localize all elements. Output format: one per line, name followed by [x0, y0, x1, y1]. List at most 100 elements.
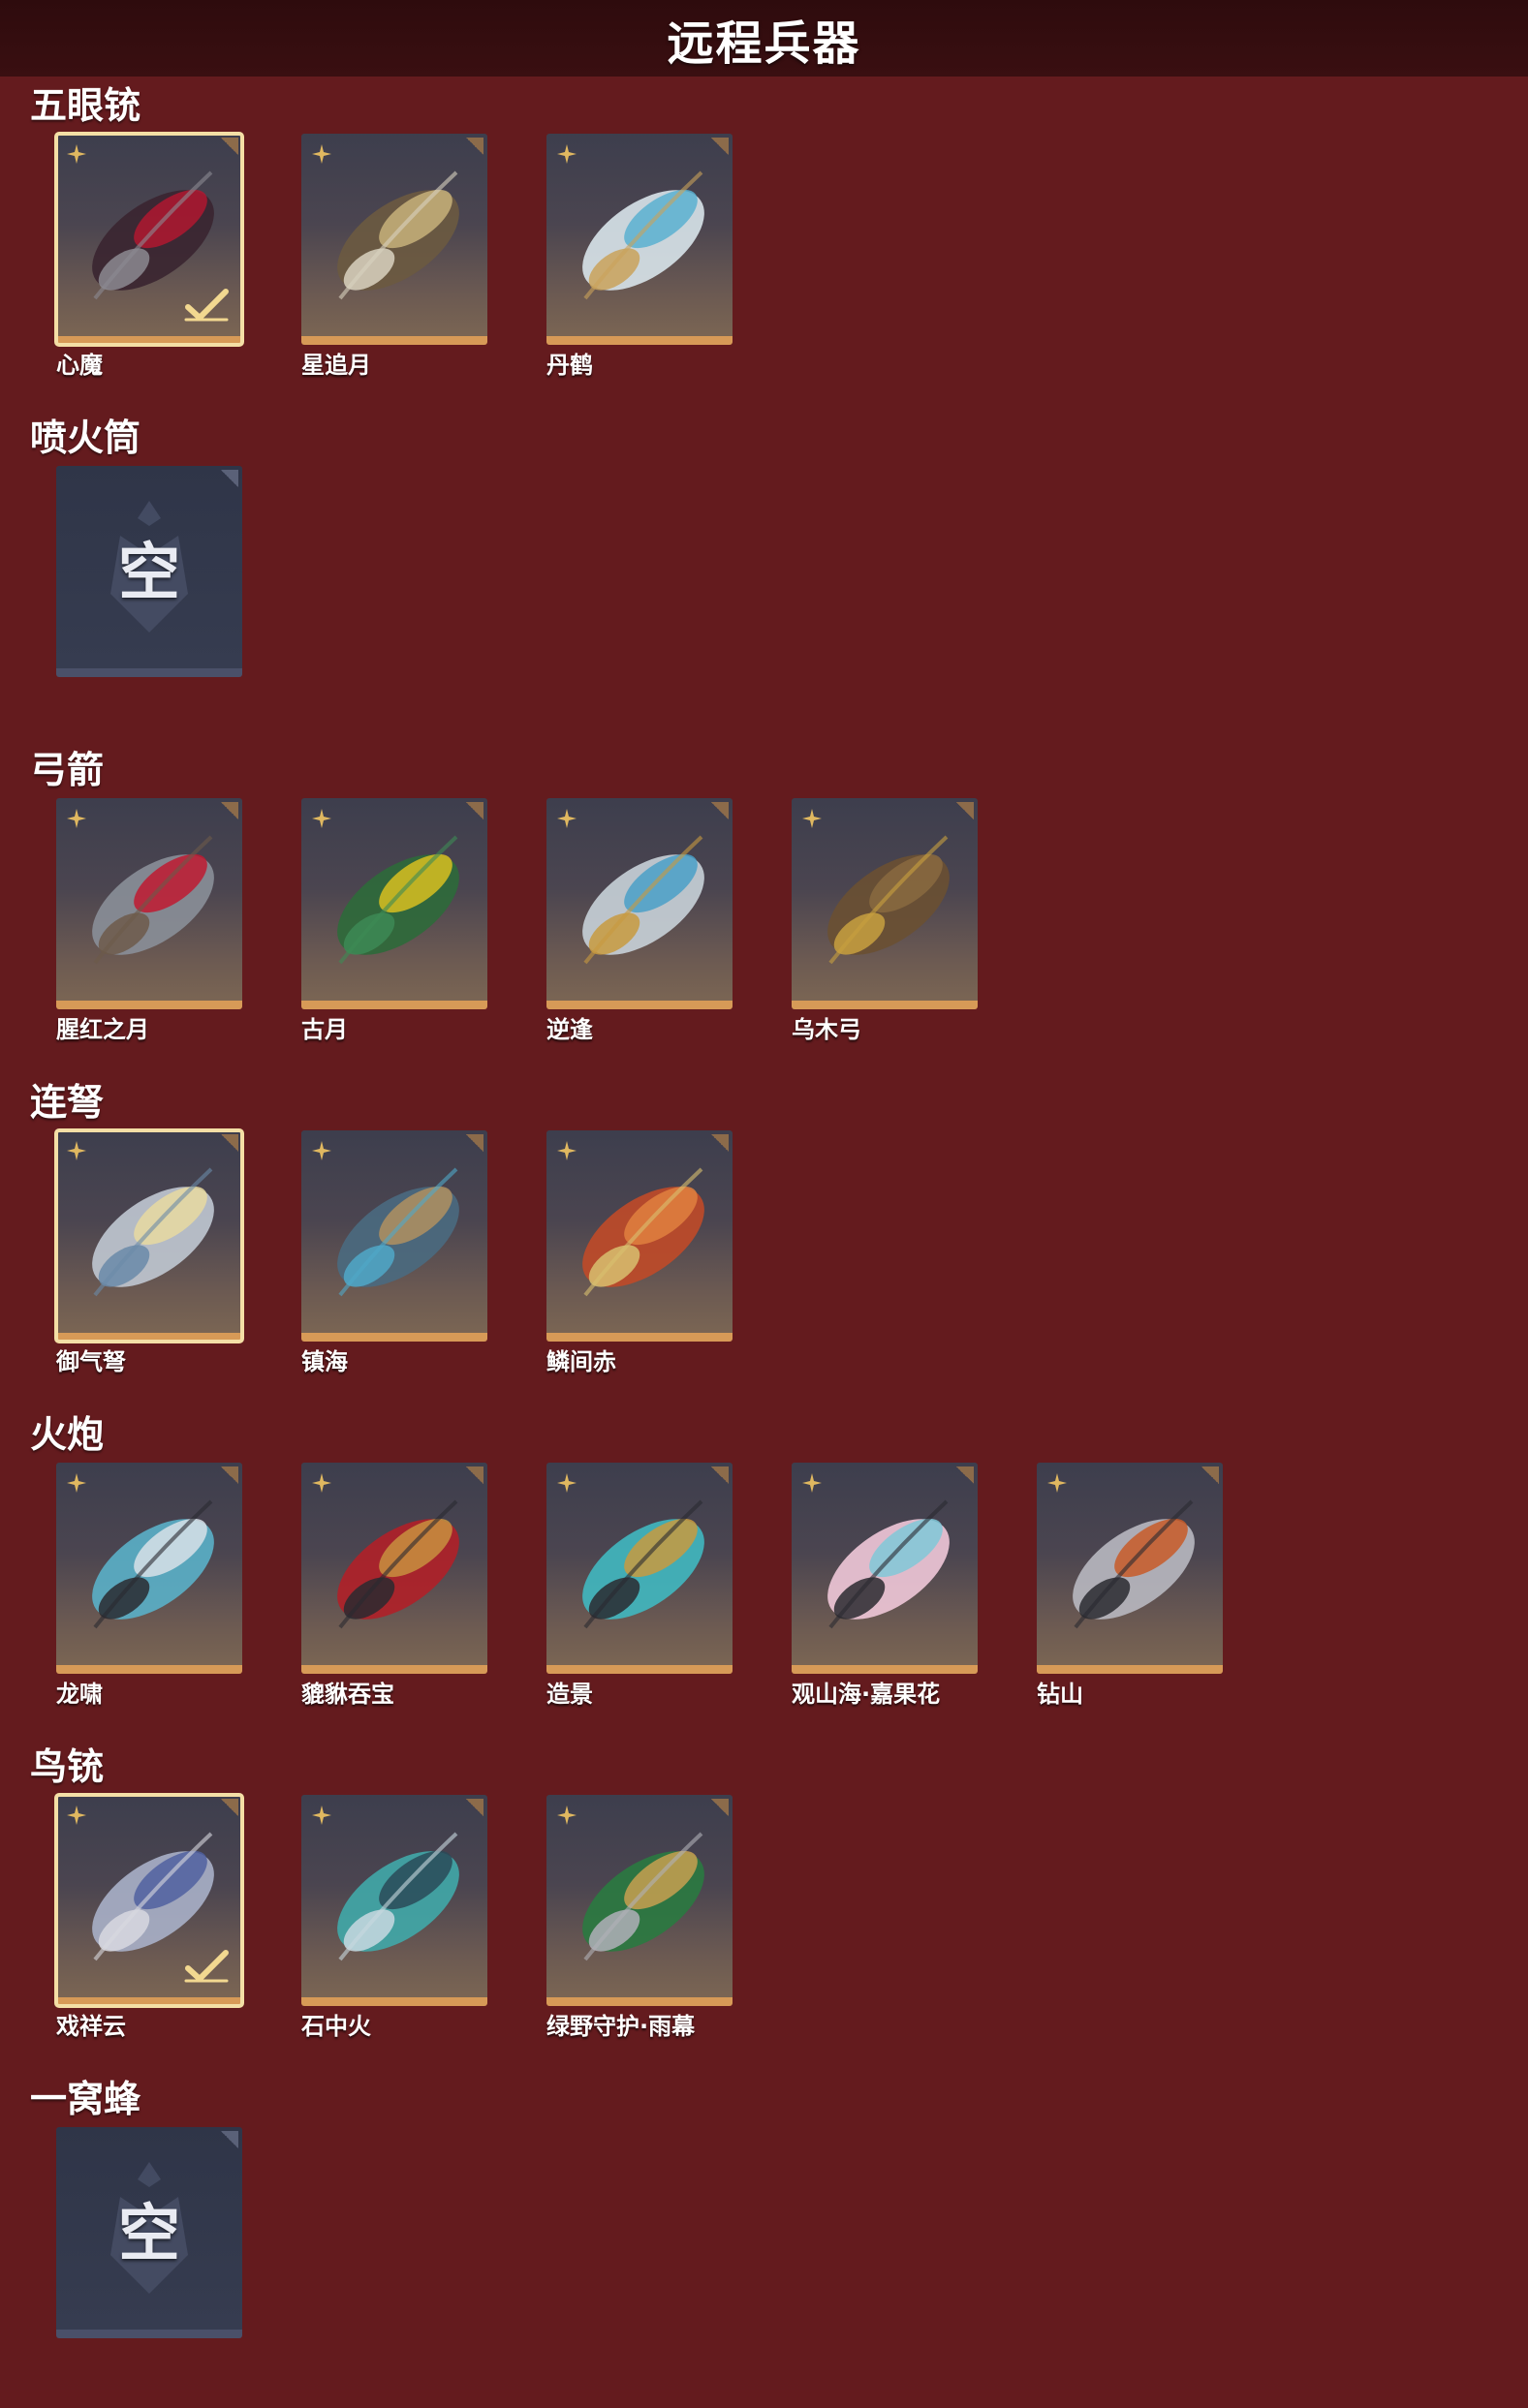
weapon-item[interactable]: 貔貅吞宝 — [301, 1463, 491, 1709]
page-title: 远程兵器 — [667, 15, 861, 71]
rarity-star-icon — [67, 1141, 86, 1160]
rarity-star-icon — [312, 1473, 331, 1493]
weapon-card[interactable] — [546, 798, 733, 1009]
weapon-name: 石中火 — [301, 2013, 371, 2040]
weapon-name: 星追月 — [301, 352, 371, 379]
weapon-card[interactable] — [56, 798, 242, 1009]
card-corner-icon — [466, 1134, 483, 1152]
weapon-card[interactable] — [54, 1793, 244, 2008]
weapon-item[interactable]: 丹鹤 — [546, 134, 736, 380]
empty-weapon-slot[interactable]: 空 — [56, 466, 246, 677]
weapon-card[interactable]: 空 — [56, 2127, 242, 2338]
rarity-star-icon — [67, 1473, 86, 1493]
weapon-item[interactable]: 绿野守护·雨幕 — [546, 1795, 736, 2041]
weapon-card[interactable] — [546, 1130, 733, 1342]
card-corner-icon — [221, 2131, 238, 2148]
weapon-name: 古月 — [301, 1016, 348, 1043]
weapon-item[interactable]: 钻山 — [1037, 1463, 1227, 1709]
weapon-name: 镇海 — [301, 1348, 348, 1375]
rarity-star-icon — [67, 144, 86, 164]
weapon-card[interactable] — [54, 132, 244, 347]
card-corner-icon — [221, 1799, 238, 1816]
weapon-name: 丹鹤 — [546, 352, 593, 379]
weapon-card[interactable] — [792, 798, 978, 1009]
weapon-item[interactable]: 逆逢 — [546, 798, 736, 1044]
weapon-item[interactable]: 石中火 — [301, 1795, 491, 2041]
weapon-row: 心魔 星追月 丹鹤 — [54, 132, 792, 380]
section-title: 一窝蜂 — [30, 2078, 141, 2120]
rarity-star-icon — [67, 809, 86, 828]
weapon-name: 鳞间赤 — [546, 1348, 616, 1375]
weapon-item[interactable]: 御气弩 — [54, 1128, 246, 1376]
section-title: 喷火筒 — [30, 417, 141, 459]
weapon-card[interactable] — [301, 1463, 487, 1674]
section-title: 连弩 — [30, 1081, 105, 1124]
rarity-star-icon — [802, 1473, 822, 1493]
card-corner-icon — [466, 802, 483, 819]
section-title: 鸟铳 — [30, 1745, 105, 1788]
weapon-card[interactable] — [792, 1463, 978, 1674]
empty-slot-label: 空 — [118, 537, 180, 609]
rarity-star-icon — [557, 1473, 577, 1493]
weapon-row: 空 — [56, 466, 301, 677]
weapon-row: 龙啸 貔貅吞宝 造景 观山海·嘉果花 钻山 — [56, 1463, 1282, 1709]
weapon-row: 戏祥云 石中火 绿野守护·雨幕 — [54, 1793, 792, 2041]
card-corner-icon — [711, 1134, 729, 1152]
weapon-item[interactable]: 造景 — [546, 1463, 736, 1709]
weapon-card[interactable] — [301, 798, 487, 1009]
weapon-card[interactable] — [54, 1128, 244, 1343]
card-corner-icon — [221, 470, 238, 487]
rarity-star-icon — [557, 1806, 577, 1825]
rarity-star-icon — [557, 144, 577, 164]
weapon-name: 逆逢 — [546, 1016, 593, 1043]
section-title: 火炮 — [30, 1413, 105, 1456]
weapon-card[interactable] — [301, 1795, 487, 2006]
weapon-card[interactable] — [301, 134, 487, 345]
card-corner-icon — [956, 1466, 974, 1484]
weapon-name: 钻山 — [1037, 1681, 1083, 1708]
rarity-star-icon — [312, 1141, 331, 1160]
weapon-item[interactable]: 龙啸 — [56, 1463, 246, 1709]
weapon-name: 乌木弓 — [792, 1016, 861, 1043]
weapon-card[interactable] — [1037, 1463, 1223, 1674]
weapon-card[interactable] — [546, 1795, 733, 2006]
card-corner-icon — [466, 1466, 483, 1484]
weapon-name: 观山海·嘉果花 — [792, 1681, 941, 1708]
weapon-item[interactable]: 镇海 — [301, 1130, 491, 1376]
section-title: 五眼铳 — [30, 84, 141, 127]
weapon-card[interactable]: 空 — [56, 466, 242, 677]
card-corner-icon — [711, 802, 729, 819]
card-corner-icon — [956, 802, 974, 819]
rarity-star-icon — [312, 144, 331, 164]
weapon-item[interactable]: 心魔 — [54, 132, 246, 380]
weapon-item[interactable]: 鳞间赤 — [546, 1130, 736, 1376]
weapon-item[interactable]: 戏祥云 — [54, 1793, 246, 2041]
weapon-item[interactable]: 星追月 — [301, 134, 491, 380]
weapon-item[interactable]: 古月 — [301, 798, 491, 1044]
weapon-name: 绿野守护·雨幕 — [546, 2013, 696, 2040]
weapon-row: 腥红之月 古月 逆逢 乌木弓 — [56, 798, 1037, 1044]
weapon-name: 造景 — [546, 1681, 593, 1708]
page-header: 远程兵器 — [0, 0, 1528, 77]
rarity-star-icon — [557, 1141, 577, 1160]
card-corner-icon — [221, 802, 238, 819]
equipped-check-icon — [184, 1950, 229, 1983]
weapon-item[interactable]: 乌木弓 — [792, 798, 982, 1044]
weapon-card[interactable] — [546, 1463, 733, 1674]
equipped-check-icon — [184, 289, 229, 322]
weapon-card[interactable] — [546, 134, 733, 345]
rarity-star-icon — [67, 1806, 86, 1825]
weapon-item[interactable]: 观山海·嘉果花 — [792, 1463, 982, 1709]
weapon-name: 御气弩 — [56, 1348, 126, 1375]
weapon-card[interactable] — [56, 1463, 242, 1674]
card-corner-icon — [221, 138, 238, 155]
card-corner-icon — [221, 1466, 238, 1484]
section-title: 弓箭 — [30, 749, 105, 791]
weapon-row: 御气弩 镇海 鳞间赤 — [54, 1128, 792, 1376]
weapon-item[interactable]: 腥红之月 — [56, 798, 246, 1044]
empty-weapon-slot[interactable]: 空 — [56, 2127, 246, 2338]
weapon-name: 腥红之月 — [56, 1016, 149, 1043]
weapon-card[interactable] — [301, 1130, 487, 1342]
rarity-star-icon — [312, 1806, 331, 1825]
rarity-star-icon — [557, 809, 577, 828]
